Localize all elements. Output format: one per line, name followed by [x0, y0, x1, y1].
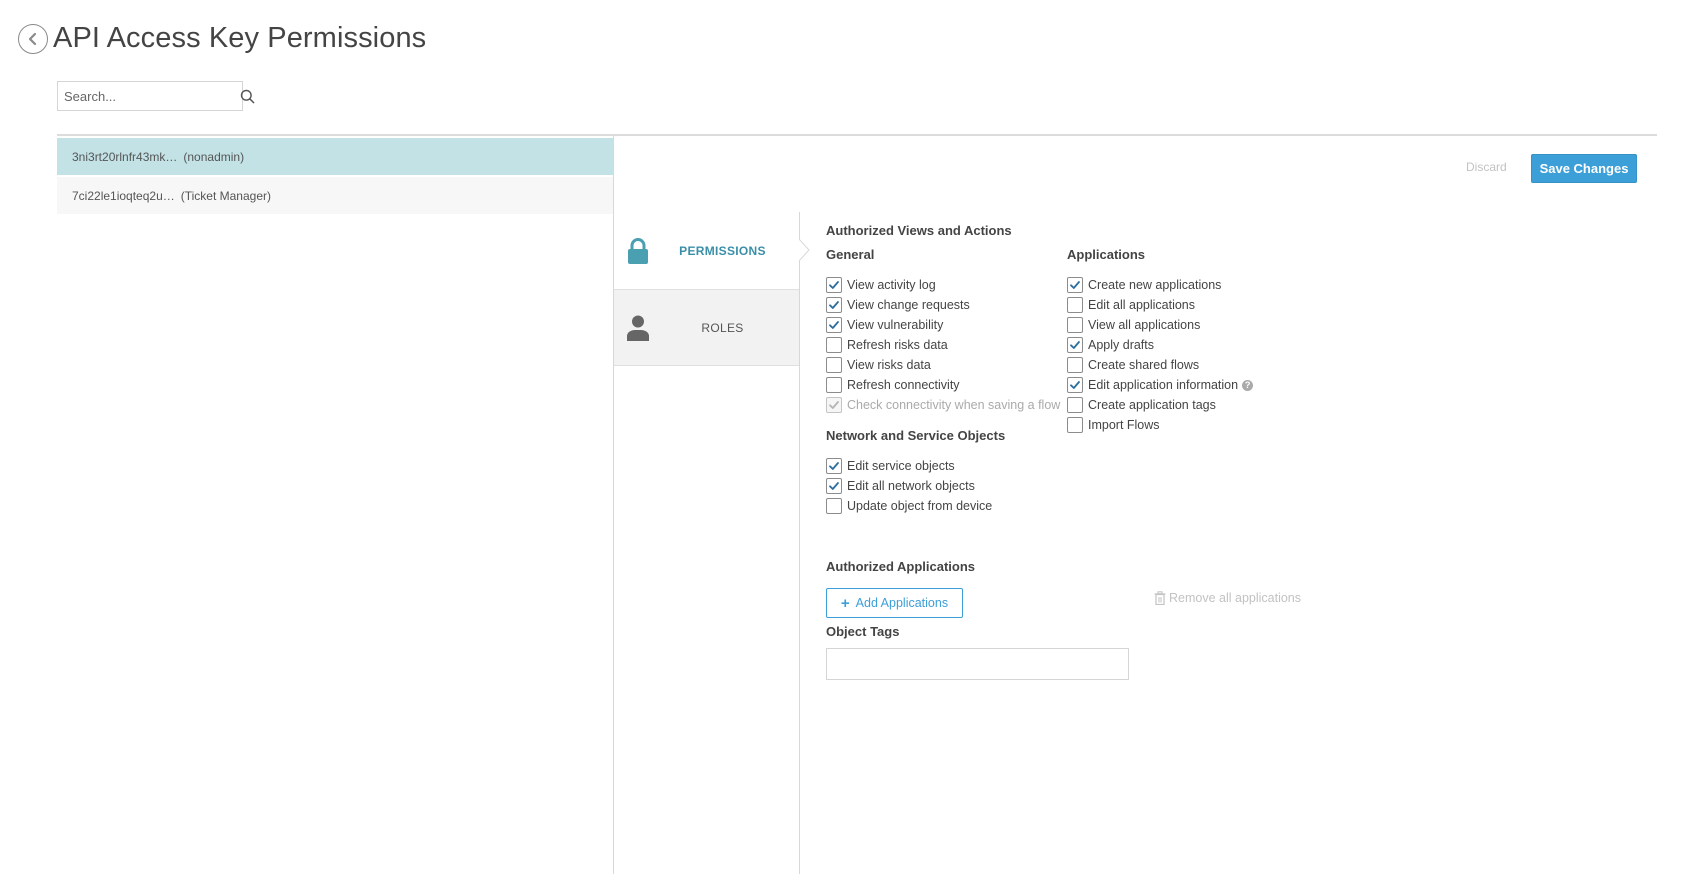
checkbox-check-connectivity-when-saving-a-flow: Check connectivity when saving a flow	[826, 395, 1060, 415]
content-divider	[799, 212, 800, 874]
checkbox-update-object-from-device[interactable]: Update object from device	[826, 496, 992, 516]
checkbox-unchecked-icon[interactable]	[826, 498, 842, 514]
checkbox-label: Refresh risks data	[847, 338, 948, 352]
checkbox-label: View change requests	[847, 298, 970, 312]
checkbox-unchecked-icon[interactable]	[1067, 297, 1083, 313]
checkbox-checked-icon[interactable]	[1067, 337, 1083, 353]
checkbox-view-all-applications[interactable]: View all applications	[1067, 315, 1253, 335]
checkbox-create-shared-flows[interactable]: Create shared flows	[1067, 355, 1253, 375]
checkbox-view-risks-data[interactable]: View risks data	[826, 355, 1060, 375]
checkbox-checked-icon	[826, 397, 842, 413]
save-changes-button[interactable]: Save Changes	[1531, 154, 1637, 183]
network-objects-title: Network and Service Objects	[826, 428, 1006, 443]
checkbox-checked-icon[interactable]	[826, 478, 842, 494]
page-title: API Access Key Permissions	[53, 22, 427, 54]
help-icon[interactable]: ?	[1242, 379, 1254, 391]
checkbox-label: View risks data	[847, 358, 931, 372]
checkbox-unchecked-icon[interactable]	[1067, 417, 1083, 433]
add-applications-button[interactable]: + Add Applications	[826, 588, 963, 618]
checkbox-unchecked-icon[interactable]	[1067, 397, 1083, 413]
search-box	[57, 81, 255, 111]
search-icon[interactable]	[240, 89, 255, 104]
checkbox-unchecked-icon[interactable]	[1067, 317, 1083, 333]
remove-all-label: Remove all applications	[1169, 591, 1302, 605]
checkbox-edit-all-network-objects[interactable]: Edit all network objects	[826, 476, 992, 496]
checkbox-label: Import Flows	[1088, 418, 1160, 432]
checkbox-create-new-applications[interactable]: Create new applications	[1067, 275, 1253, 295]
back-button[interactable]	[18, 23, 48, 54]
applications-permissions: Create new applications Edit all applicat…	[1067, 275, 1254, 435]
key-id: 7ci22le1ioqteq2u…	[72, 188, 175, 203]
network-permissions: Edit service objects Edit all network obj…	[826, 456, 992, 516]
checkbox-label: Edit all applications	[1088, 298, 1196, 312]
page-header: API Access Key Permissions	[18, 22, 426, 55]
tab-roles[interactable]: ROLES	[614, 289, 799, 366]
checkbox-label: Check connectivity when saving a flow	[847, 398, 1061, 412]
discard-button[interactable]: Discard	[1466, 160, 1507, 174]
checkbox-checked-icon[interactable]	[1067, 277, 1083, 293]
chevron-left-icon	[28, 32, 37, 45]
checkbox-label: Create shared flows	[1088, 358, 1200, 372]
key-row[interactable]: 7ci22le1ioqteq2u… (Ticket Manager)	[57, 177, 613, 214]
checkbox-create-application-tags[interactable]: Create application tags	[1067, 395, 1253, 415]
checkbox-view-change-requests[interactable]: View change requests	[826, 295, 1060, 315]
authorized-applications-title: Authorized Applications	[826, 559, 976, 574]
checkbox-label: Edit application information	[1088, 378, 1239, 392]
checkbox-view-vulnerability[interactable]: View vulnerability	[826, 315, 1060, 335]
checkbox-import-flows[interactable]: Import Flows	[1067, 415, 1253, 435]
tab-permissions-label: PERMISSIONS	[679, 243, 766, 258]
add-applications-label: Add Applications	[855, 596, 949, 610]
key-role: (nonadmin)	[183, 149, 245, 164]
general-title: General	[826, 247, 875, 262]
checkbox-checked-icon[interactable]	[826, 317, 842, 333]
checkbox-label: View all applications	[1088, 318, 1201, 332]
checkbox-label: Update object from device	[847, 499, 993, 513]
checkbox-label: Edit all network objects	[847, 479, 975, 493]
checkbox-label: Refresh connectivity	[847, 378, 960, 392]
api-key-list: 3ni3rt20rlnfr43mk… (nonadmin) 7ci22le1io…	[57, 138, 613, 216]
checkbox-label: Edit service objects	[847, 459, 955, 473]
applications-title: Applications	[1067, 247, 1146, 262]
tab-roles-label: ROLES	[701, 320, 744, 335]
checkbox-unchecked-icon[interactable]	[826, 377, 842, 393]
checkbox-label: View activity log	[847, 278, 936, 292]
active-tab-arrow	[799, 239, 810, 261]
general-permissions: View activity log View change requests Vie…	[826, 275, 1060, 415]
checkbox-unchecked-icon[interactable]	[1067, 357, 1083, 373]
key-role: (Ticket Manager)	[180, 188, 271, 203]
checkbox-unchecked-icon[interactable]	[826, 357, 842, 373]
checkbox-label: Create application tags	[1088, 398, 1216, 412]
tab-permissions[interactable]: PERMISSIONS	[614, 212, 799, 289]
key-row-selected[interactable]: 3ni3rt20rlnfr43mk… (nonadmin)	[57, 138, 613, 175]
checkbox-checked-icon[interactable]	[1067, 377, 1083, 393]
checkbox-apply-drafts[interactable]: Apply drafts	[1067, 335, 1253, 355]
checkbox-view-activity-log[interactable]: View activity log	[826, 275, 1060, 295]
checkbox-refresh-risks-data[interactable]: Refresh risks data	[826, 335, 1060, 355]
checkbox-refresh-connectivity[interactable]: Refresh connectivity	[826, 375, 1060, 395]
checkbox-label: Create new applications	[1088, 278, 1222, 292]
checkbox-unchecked-icon[interactable]	[826, 337, 842, 353]
object-tags-input[interactable]	[826, 648, 1129, 680]
checkbox-edit-all-applications[interactable]: Edit all applications	[1067, 295, 1253, 315]
checkbox-label: Apply drafts	[1088, 338, 1155, 352]
key-id: 3ni3rt20rlnfr43mk…	[72, 149, 178, 164]
trash-icon	[1154, 591, 1166, 605]
search-input[interactable]	[58, 82, 240, 110]
side-tabs: PERMISSIONS ROLES	[614, 212, 799, 366]
checkbox-edit-service-objects[interactable]: Edit service objects	[826, 456, 992, 476]
authorized-views-title: Authorized Views and Actions	[826, 223, 1012, 238]
checkbox-label: View vulnerability	[847, 318, 944, 332]
remove-all-applications-button[interactable]: Remove all applications	[1154, 591, 1301, 605]
checkbox-edit-application-information[interactable]: Edit application information?	[1067, 375, 1254, 395]
object-tags-title: Object Tags	[826, 624, 900, 639]
checkbox-checked-icon[interactable]	[826, 277, 842, 293]
checkbox-checked-icon[interactable]	[826, 297, 842, 313]
top-divider	[57, 134, 1657, 136]
checkbox-checked-icon[interactable]	[826, 458, 842, 474]
plus-icon: +	[840, 594, 850, 612]
